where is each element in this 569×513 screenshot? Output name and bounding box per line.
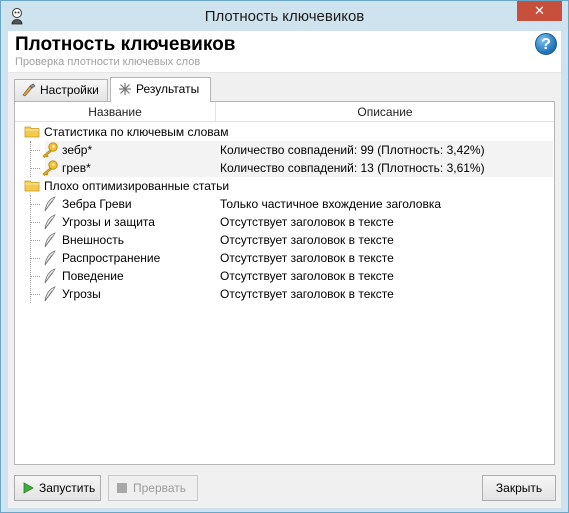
results-tree: Статистика по ключевым словам зебр* Коли… bbox=[15, 123, 554, 303]
table-row[interactable]: грев* Количество совпадений: 13 (Плотнос… bbox=[15, 159, 554, 177]
folder-icon bbox=[24, 180, 40, 192]
help-icon[interactable]: ? bbox=[535, 33, 557, 55]
item-name: Внешность bbox=[62, 233, 124, 247]
settings-icon bbox=[22, 83, 36, 97]
page-title: Плотность ключевиков bbox=[15, 34, 236, 55]
folder-icon bbox=[24, 126, 40, 138]
item-name: Поведение bbox=[62, 269, 124, 283]
table-row[interactable]: Угрозы и защита Отсутствует заголовок в … bbox=[15, 213, 554, 231]
table-row[interactable]: Внешность Отсутствует заголовок в тексте bbox=[15, 231, 554, 249]
table-header: Название Описание bbox=[15, 102, 554, 122]
column-header-name[interactable]: Название bbox=[15, 102, 215, 122]
feather-icon bbox=[44, 250, 56, 266]
item-description: Отсутствует заголовок в тексте bbox=[220, 287, 394, 301]
results-panel: Название Описание Статистика по ключевым… bbox=[14, 101, 555, 465]
tree-group[interactable]: Плохо оптимизированные статьи bbox=[15, 177, 554, 195]
tab-settings-label: Настройки bbox=[40, 83, 99, 97]
item-name: Угрозы и защита bbox=[62, 215, 155, 229]
table-row[interactable]: Зебра Греви Только частичное вхождение з… bbox=[15, 195, 554, 213]
tab-results-label: Результаты bbox=[136, 82, 200, 96]
close-button[interactable]: Закрыть bbox=[482, 475, 556, 501]
item-description: Отсутствует заголовок в тексте bbox=[220, 269, 394, 283]
feather-icon bbox=[44, 214, 56, 230]
run-button[interactable]: Запустить bbox=[14, 475, 101, 501]
window: Плотность ключевиков ✕ Плотность ключеви… bbox=[0, 0, 569, 513]
key-icon bbox=[42, 142, 58, 158]
column-header-description[interactable]: Описание bbox=[216, 102, 554, 122]
run-button-label: Запустить bbox=[39, 481, 96, 495]
title-bar[interactable]: Плотность ключевиков ✕ bbox=[1, 1, 568, 31]
key-icon bbox=[42, 160, 58, 176]
item-description: Количество совпадений: 13 (Плотность: 3,… bbox=[220, 161, 485, 175]
item-name: Распространение bbox=[62, 251, 161, 265]
item-name: грев* bbox=[62, 161, 91, 175]
tab-results[interactable]: Результаты bbox=[110, 77, 211, 102]
feather-icon bbox=[44, 196, 56, 212]
play-icon bbox=[23, 482, 34, 494]
page-subtitle: Проверка плотности ключевых слов bbox=[15, 56, 201, 68]
window-title: Плотность ключевиков bbox=[204, 8, 365, 25]
tab-settings[interactable]: Настройки bbox=[14, 79, 108, 101]
table-row[interactable]: Угрозы Отсутствует заголовок в тексте bbox=[15, 285, 554, 303]
table-row[interactable]: Распространение Отсутствует заголовок в … bbox=[15, 249, 554, 267]
item-description: Только частичное вхождение заголовка bbox=[220, 197, 442, 211]
item-description: Отсутствует заголовок в тексте bbox=[220, 215, 394, 229]
client-area: Плотность ключевиков Проверка плотности … bbox=[8, 31, 561, 508]
item-name: зебр* bbox=[62, 143, 93, 157]
close-button-label: Закрыть bbox=[495, 481, 543, 495]
feather-icon bbox=[44, 232, 56, 248]
tree-group[interactable]: Статистика по ключевым словам bbox=[15, 123, 554, 141]
item-description: Отсутствует заголовок в тексте bbox=[220, 233, 394, 247]
header: Плотность ключевиков Проверка плотности … bbox=[8, 31, 561, 73]
item-description: Количество совпадений: 99 (Плотность: 3,… bbox=[220, 143, 485, 157]
item-name: Зебра Греви bbox=[62, 197, 132, 211]
table-row[interactable]: зебр* Количество совпадений: 99 (Плотнос… bbox=[15, 141, 554, 159]
table-row[interactable]: Поведение Отсутствует заголовок в тексте bbox=[15, 267, 554, 285]
stop-button[interactable]: Прервать bbox=[108, 475, 198, 501]
stop-icon bbox=[117, 483, 127, 493]
stop-button-label: Прервать bbox=[133, 481, 187, 495]
feather-icon bbox=[44, 268, 56, 284]
item-description: Отсутствует заголовок в тексте bbox=[220, 251, 394, 265]
group-name: Статистика по ключевым словам bbox=[44, 125, 229, 139]
item-name: Угрозы bbox=[62, 287, 101, 301]
close-icon: ✕ bbox=[534, 3, 545, 18]
close-window-button[interactable]: ✕ bbox=[517, 1, 562, 21]
group-name: Плохо оптимизированные статьи bbox=[44, 179, 230, 193]
results-icon bbox=[119, 83, 131, 95]
feather-icon bbox=[44, 286, 56, 302]
